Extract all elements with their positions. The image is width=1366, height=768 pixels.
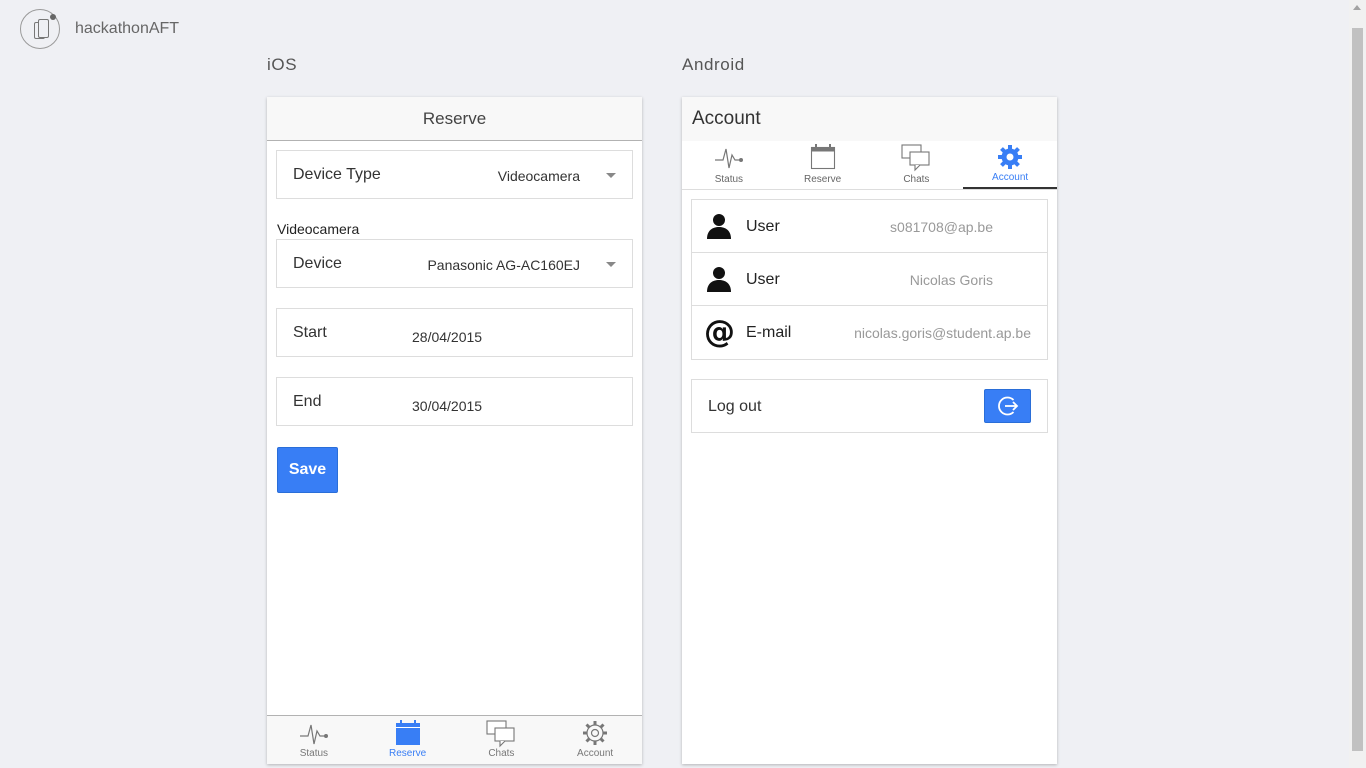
email-value: nicolas.goris@student.ap.be <box>854 325 1031 341</box>
devices-logo-icon <box>20 9 60 49</box>
android-heading: Android <box>682 55 745 74</box>
ios-header: Reserve <box>267 97 642 141</box>
android-header: Account <box>682 97 1057 141</box>
app-title: hackathonAFT <box>75 20 180 37</box>
device-label: Device <box>293 255 342 272</box>
list-item: User Nicolas Goris <box>692 253 1047 306</box>
tab-status-label: Status <box>714 174 744 185</box>
android-tab-bar: Status Reserve Chats Account <box>682 141 1057 190</box>
tab-status[interactable]: Status <box>682 141 776 189</box>
tab-status[interactable]: Status <box>267 716 361 764</box>
user-id-label: User <box>746 218 780 235</box>
tab-reserve[interactable]: Reserve <box>776 141 870 189</box>
tab-reserve-label: Reserve <box>804 174 842 185</box>
scrollbar-thumb[interactable] <box>1352 28 1363 751</box>
chats-icon <box>901 144 930 172</box>
person-icon <box>707 214 731 239</box>
calendar-icon <box>395 720 420 745</box>
chevron-down-icon <box>606 173 616 178</box>
tab-chats-label: Chats <box>903 174 930 185</box>
logout-label: Log out <box>708 398 762 415</box>
scroll-up-arrow-icon[interactable] <box>1353 5 1361 10</box>
tab-status-label: Status <box>299 748 329 759</box>
logout-item: Log out <box>691 379 1048 433</box>
chats-icon <box>486 720 515 748</box>
device-type-select[interactable]: Device Type Videocamera <box>276 150 633 199</box>
end-date-value[interactable]: 30/04/2015 <box>412 398 482 414</box>
pulse-icon <box>714 148 743 169</box>
user-id-value: s081708@ap.be <box>890 219 993 235</box>
account-info-list: User s081708@ap.be User Nicolas Goris @ … <box>691 199 1048 360</box>
start-label: Start <box>293 324 327 341</box>
at-icon: @ <box>704 314 735 350</box>
ios-header-title: Reserve <box>422 108 487 128</box>
tab-reserve[interactable]: Reserve <box>361 716 455 764</box>
user-name-value: Nicolas Goris <box>909 272 993 288</box>
android-header-title: Account <box>692 108 761 129</box>
device-value: Panasonic AG-AC160EJ <box>427 257 580 273</box>
tab-account[interactable]: Account <box>548 716 642 764</box>
chevron-down-icon <box>606 262 616 267</box>
list-item: User s081708@ap.be <box>692 200 1047 253</box>
ios-phone-preview: Reserve Device Type Videocamera Videocam… <box>267 97 642 764</box>
tab-chats-label: Chats <box>488 748 515 759</box>
tab-chats[interactable]: Chats <box>870 141 964 189</box>
end-label: End <box>293 393 322 410</box>
start-date-field[interactable]: Start 28/04/2015 <box>276 308 633 357</box>
device-type-label: Device Type <box>293 166 381 183</box>
tab-reserve-label: Reserve <box>389 748 427 759</box>
start-date-value[interactable]: 28/04/2015 <box>412 329 482 345</box>
tab-account[interactable]: Account <box>963 141 1057 189</box>
android-phone-preview: Account Status Reserve Chats Account Use… <box>682 97 1057 764</box>
logout-button[interactable] <box>984 389 1031 423</box>
list-item: @ E-mail nicolas.goris@student.ap.be <box>692 306 1047 359</box>
save-button[interactable]: Save <box>277 447 338 493</box>
gear-icon <box>583 721 608 745</box>
device-section-label: Videocamera <box>277 221 360 237</box>
tab-chats[interactable]: Chats <box>455 716 549 764</box>
person-icon <box>707 267 731 292</box>
ios-heading: iOS <box>267 55 298 74</box>
email-label: E-mail <box>746 324 792 341</box>
page-scrollbar[interactable] <box>1349 0 1366 768</box>
ios-tab-bar: Status Reserve Chats Account <box>267 715 642 764</box>
device-select[interactable]: Device Panasonic AG-AC160EJ <box>276 239 633 288</box>
device-type-value: Videocamera <box>497 168 580 184</box>
pulse-icon <box>299 724 328 745</box>
end-date-field[interactable]: End 30/04/2015 <box>276 377 633 426</box>
gear-icon <box>998 145 1023 169</box>
logout-icon <box>998 396 1019 416</box>
tab-account-label: Account <box>577 748 614 759</box>
user-name-label: User <box>746 271 780 288</box>
calendar-icon <box>810 144 835 170</box>
tab-account-label: Account <box>992 172 1029 183</box>
